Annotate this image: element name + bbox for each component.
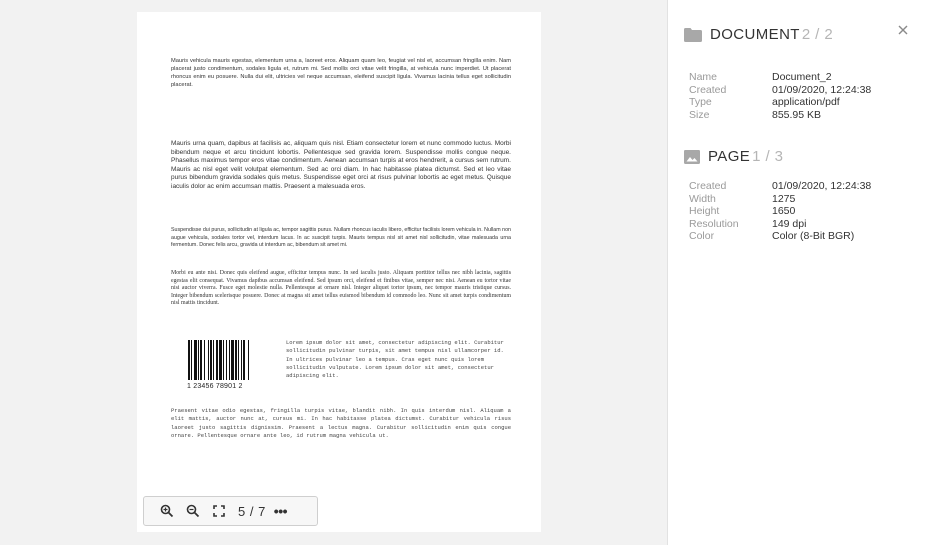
property-label: Type: [689, 96, 712, 108]
barcode-image: [188, 340, 249, 380]
property-label: Created: [689, 83, 727, 96]
property-row: Height 1650: [689, 205, 871, 218]
property-value: Document_2: [772, 71, 832, 83]
document-page: Mauris vehicula mauris egestas, elementu…: [137, 12, 541, 532]
more-button[interactable]: •••: [274, 503, 288, 519]
zoom-in-button[interactable]: [154, 498, 180, 524]
paragraph: Lorem ipsum dolor sit amet, consectetur …: [286, 339, 504, 380]
properties-panel: DOCUMENT 2 / 2 Name Document_2 Created 01/…: [668, 0, 935, 545]
paragraph: Mauris urna quam, dapibus at facilisis a…: [171, 140, 511, 190]
property-value: Color (8-Bit BGR): [772, 230, 855, 242]
barcode-number: 1 23456 78901 2: [187, 383, 243, 390]
page-section-title: PAGE: [708, 148, 751, 165]
property-value: 855.95 KB: [772, 108, 822, 121]
property-row: Created 01/09/2020, 12:24:38: [689, 84, 871, 97]
image-icon: [684, 149, 700, 164]
property-row: Size 855.95 KB: [689, 109, 871, 122]
barcode-block: 1 23456 78901 2 Lorem ipsum dolor sit am…: [171, 336, 511, 398]
property-value: application/pdf: [772, 96, 840, 108]
close-icon[interactable]: [896, 23, 910, 37]
property-value: 1275: [772, 192, 796, 205]
page-section-count: 1 / 3: [752, 148, 784, 165]
property-row: Width 1275: [689, 193, 871, 206]
zoom-out-button[interactable]: [180, 498, 206, 524]
property-row: Color Color (8-Bit BGR): [689, 230, 871, 243]
document-section-title: DOCUMENT: [710, 26, 800, 43]
property-label: Created: [689, 180, 727, 192]
page-section-header: PAGE 1 / 3: [684, 148, 783, 165]
property-row: Name Document_2: [689, 71, 871, 84]
property-value: 01/09/2020, 12:24:38: [772, 83, 872, 96]
property-row: Type application/pdf: [689, 96, 871, 109]
property-label: Name: [689, 71, 718, 83]
viewer-toolbar: 5 / 7 •••: [143, 496, 318, 526]
paragraph: Mauris vehicula mauris egestas, elementu…: [171, 58, 511, 88]
property-label: Width: [689, 192, 716, 205]
property-value: 1650: [772, 205, 796, 217]
property-label: Height: [689, 205, 720, 217]
paragraph: Suspendisse dui purus, sollicitudin at l…: [171, 227, 511, 249]
paragraph: Morbi eu ante nisi. Donec quis eleifend …: [171, 270, 511, 307]
fullscreen-button[interactable]: [206, 498, 232, 524]
page-indicator: 5 / 7: [238, 503, 266, 519]
property-label: Color: [689, 230, 715, 242]
document-section-header: DOCUMENT 2 / 2: [684, 26, 833, 43]
property-row: Created 01/09/2020, 12:24:38: [689, 180, 871, 193]
document-properties: Name Document_2 Created 01/09/2020, 12:24:…: [689, 71, 871, 121]
zoom-in-icon: [160, 504, 174, 518]
document-section-count: 2 / 2: [801, 26, 834, 43]
property-label: Size: [689, 108, 710, 121]
page-properties: Created 01/09/2020, 12:24:38 Width 1275 He…: [689, 180, 871, 243]
property-value: 01/09/2020, 12:24:38: [772, 180, 872, 192]
zoom-out-icon: [186, 504, 200, 518]
property-row: Resolution 149 dpi: [689, 218, 871, 231]
document-viewer[interactable]: Mauris vehicula mauris egestas, elementu…: [0, 0, 668, 545]
property-value: 149 dpi: [772, 217, 807, 230]
paragraph: Praesent vitae odio egestas, fringilla t…: [171, 407, 511, 439]
folder-icon: [684, 27, 702, 42]
fullscreen-icon: [213, 505, 225, 517]
property-label: Resolution: [689, 217, 739, 230]
